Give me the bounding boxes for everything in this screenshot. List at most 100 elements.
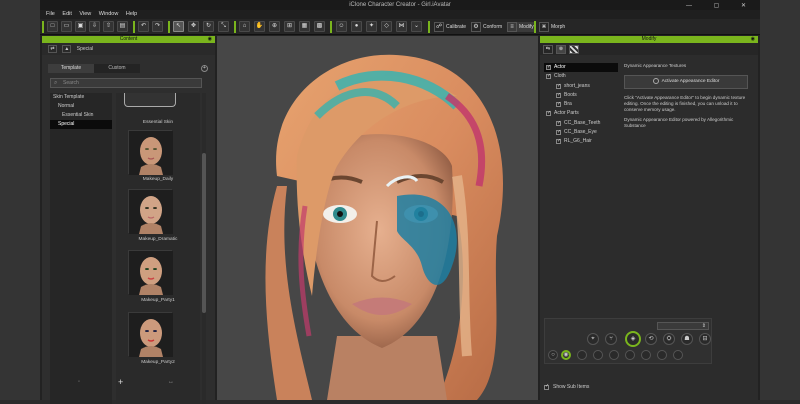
slot-8-icon[interactable] xyxy=(657,350,667,360)
tree-actor-parts[interactable]: Actor Parts xyxy=(544,109,618,119)
slot-4-icon[interactable] xyxy=(593,350,603,360)
material-tab-icon[interactable]: ⊗ xyxy=(556,45,566,54)
fit-view-icon[interactable]: ⊞ xyxy=(284,21,295,32)
new-icon[interactable]: □ xyxy=(47,21,58,32)
checkbox[interactable] xyxy=(556,137,561,147)
redo-icon[interactable]: ↷ xyxy=(152,21,163,32)
checkbox[interactable] xyxy=(544,383,549,390)
tool-7-icon[interactable]: ⊟ xyxy=(699,333,711,345)
back-icon[interactable]: ⇄ xyxy=(48,44,57,53)
slot-9-icon[interactable] xyxy=(673,350,683,360)
move-icon[interactable]: ✥ xyxy=(188,21,199,32)
hand-icon[interactable]: ✦ xyxy=(366,21,377,32)
checkbox[interactable] xyxy=(556,119,561,128)
checkbox[interactable] xyxy=(556,128,561,137)
checkbox[interactable] xyxy=(546,109,551,119)
morph-slider-icon[interactable]: ⋈ xyxy=(396,21,407,32)
activate-appearance-editor-button[interactable]: Activate Appearance Editor xyxy=(624,75,748,89)
search-input[interactable]: ⌕ Search xyxy=(50,78,202,88)
menu-window[interactable]: Window xyxy=(99,11,119,17)
remove-icon[interactable]: ◦ xyxy=(78,378,80,387)
tree-bra[interactable]: Bra xyxy=(544,100,618,109)
checkbox[interactable] xyxy=(546,72,551,82)
slot-6-icon[interactable] xyxy=(625,350,635,360)
tool-3-icon[interactable]: ◈ xyxy=(625,331,641,347)
add-content-button[interactable]: + xyxy=(118,378,123,387)
undo-icon[interactable]: ↶ xyxy=(138,21,149,32)
slot-3-icon[interactable] xyxy=(577,350,587,360)
thumbnail-makeup-party1[interactable] xyxy=(128,250,173,295)
import-icon[interactable]: ⇧ xyxy=(103,21,114,32)
camera-icon[interactable]: ▦ xyxy=(299,21,310,32)
tool-6-icon[interactable]: ☗ xyxy=(681,333,693,345)
thumbnail-makeup-daily[interactable] xyxy=(128,130,173,175)
menu-file[interactable]: File xyxy=(46,11,55,17)
tree-actor[interactable]: Actor xyxy=(544,63,618,72)
modify-button[interactable]: ≡ Modify xyxy=(507,22,534,32)
thumbnail-makeup-dramatic[interactable] xyxy=(128,189,173,234)
folder-up-icon[interactable]: ▲ xyxy=(62,44,72,53)
scale-icon[interactable]: ⤡ xyxy=(218,21,229,32)
checkbox[interactable] xyxy=(556,100,561,109)
checkbox[interactable] xyxy=(556,91,561,100)
pose-icon[interactable]: ⌄ xyxy=(411,21,422,32)
tree-cc-base-teeth[interactable]: CC_Base_Teeth xyxy=(544,119,618,128)
scrollbar-thumb[interactable] xyxy=(202,153,206,313)
tree-rl-g6-hair[interactable]: RL_G6_Hair xyxy=(544,137,618,147)
tree-item-essential-skin[interactable]: Essential Skin xyxy=(50,111,112,120)
tree-item-special[interactable]: Special xyxy=(50,120,112,129)
calibrate-button[interactable]: ☍ Calibrate xyxy=(434,22,466,32)
dock-dropdown[interactable]: ⇕ xyxy=(657,322,709,330)
tool-1-icon[interactable]: ⌖ xyxy=(587,333,599,345)
open-icon[interactable]: ▭ xyxy=(61,21,72,32)
slot-5-icon[interactable] xyxy=(609,350,619,360)
menu-edit[interactable]: Edit xyxy=(62,11,71,17)
checkbox[interactable] xyxy=(546,63,551,72)
slot-2-icon[interactable]: ◉ xyxy=(561,350,571,360)
morph-button[interactable]: ⋇ Morph xyxy=(539,22,565,32)
add-icon[interactable]: + xyxy=(201,65,208,72)
pan-icon[interactable]: ✋ xyxy=(254,21,265,32)
thumbnail-essential-skin[interactable] xyxy=(124,93,176,107)
export-icon[interactable]: ⇩ xyxy=(89,21,100,32)
3d-viewport[interactable] xyxy=(217,36,538,400)
menu-help[interactable]: Help xyxy=(126,11,137,17)
tree-short-jeans[interactable]: short_jeans xyxy=(544,82,618,91)
checkbox[interactable] xyxy=(556,82,561,91)
zoom-icon[interactable]: ⊕ xyxy=(269,21,280,32)
tool-2-icon[interactable]: ⑂ xyxy=(605,333,617,345)
home-icon[interactable]: ⌂ xyxy=(239,21,250,32)
attribute-tab-icon[interactable]: ⇆ xyxy=(543,45,553,54)
thumbnail-makeup-party2[interactable] xyxy=(128,312,173,357)
slot-1-icon[interactable]: ○ xyxy=(548,350,558,360)
tree-item-skin-template[interactable]: Skin Template xyxy=(50,93,112,102)
display-mode-icon[interactable]: ▩ xyxy=(314,21,325,32)
tab-custom[interactable]: Custom xyxy=(94,64,140,73)
tree-cc-base-eye[interactable]: CC_Base_Eye xyxy=(544,128,618,137)
rotate-icon[interactable]: ↻ xyxy=(203,21,214,32)
select-icon[interactable]: ↖ xyxy=(173,21,184,32)
thumbnail-scrollbar[interactable] xyxy=(202,93,206,404)
tree-item-normal[interactable]: Normal xyxy=(50,102,112,111)
pin-icon[interactable]: ◉ xyxy=(208,36,212,43)
tool-4-icon[interactable]: ⟲ xyxy=(645,333,657,345)
body-icon[interactable]: ☺ xyxy=(336,21,347,32)
pin-icon[interactable]: ◉ xyxy=(751,36,755,43)
save-icon[interactable]: ▣ xyxy=(75,21,86,32)
head-icon[interactable]: ● xyxy=(351,21,362,32)
tree-boots[interactable]: Boots xyxy=(544,91,618,100)
show-sub-items-checkbox[interactable]: Show Sub Items xyxy=(544,383,589,390)
slot-7-icon[interactable] xyxy=(641,350,651,360)
package-icon[interactable]: ▤ xyxy=(117,21,128,32)
tree-cloth[interactable]: Cloth xyxy=(544,72,618,82)
modify-icon: ≡ xyxy=(507,22,517,32)
breadcrumb-current[interactable]: Special xyxy=(77,46,93,52)
tool-5-icon[interactable]: ⛭ xyxy=(663,333,675,345)
conform-button[interactable]: ⚙ Conform xyxy=(471,22,502,32)
tab-template[interactable]: Template xyxy=(48,64,94,73)
more-icon[interactable]: ↔ xyxy=(168,378,174,387)
menu-bar: File Edit View Window Help xyxy=(40,10,760,19)
menu-view[interactable]: View xyxy=(79,11,91,17)
texture-tab-icon[interactable] xyxy=(569,45,579,54)
mirror-icon[interactable]: ◇ xyxy=(381,21,392,32)
